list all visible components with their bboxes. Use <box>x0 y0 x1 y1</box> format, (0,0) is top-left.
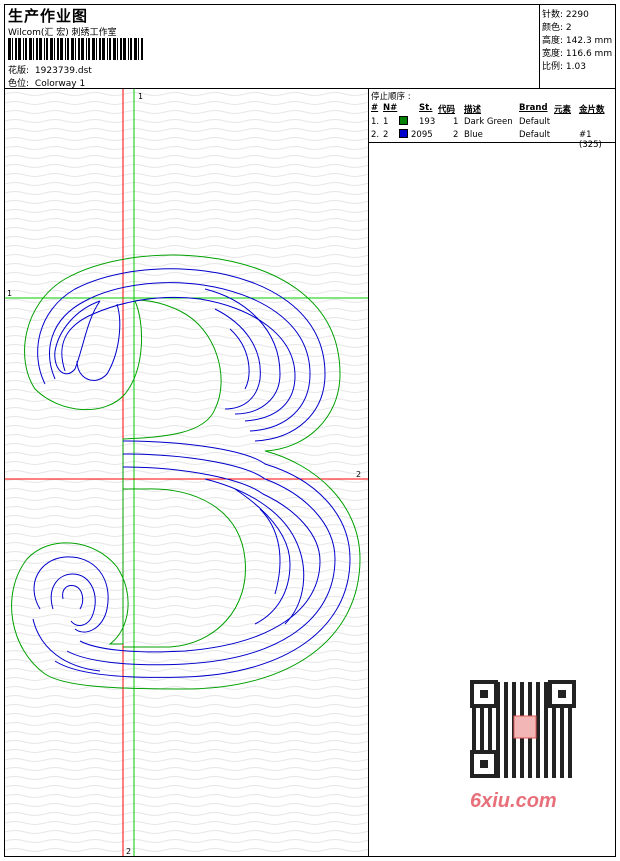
stop-sequence-label: 停止顺序 : <box>371 92 411 102</box>
design-value: 1923739.dst <box>34 66 92 76</box>
company-name: Wilcom(汇 宏) 刺绣工作室 <box>8 28 117 38</box>
design-label: 花版: <box>8 66 30 76</box>
design-stats-panel: 针数: 2290 颜色: 2 高度: 142.3 mm 宽度: 116.6 mm… <box>540 5 615 89</box>
table-divider <box>369 142 615 143</box>
col-header-brand: Brand <box>519 103 548 113</box>
col-header-sequins: 金片数 <box>579 105 605 115</box>
design-canvas: 1 2 1 2 <box>5 89 368 856</box>
guide-label-v2: 2 <box>126 847 131 856</box>
guide-label-h2: 2 <box>356 470 361 479</box>
col-header-stitches: St. <box>419 103 433 113</box>
header-panel: 生产作业图 Wilcom(汇 宏) 刺绣工作室 花版: 1923739.dst … <box>5 5 540 89</box>
design-row: 花版: 1923739.dst <box>8 63 92 76</box>
height-stat: 高度: 142.3 mm <box>542 36 613 46</box>
col-header-description: 描述 <box>464 105 482 115</box>
col-header-code: 代码 <box>438 105 456 115</box>
guide-label-v1: 1 <box>138 92 143 101</box>
barcode-image <box>8 38 143 60</box>
fabric-background <box>5 89 368 856</box>
colorway-label: 色位: <box>8 79 30 89</box>
colorway-value: Colorway 1 <box>34 79 86 89</box>
watermark-logo: 6xiu.com <box>470 790 557 812</box>
embroidery-preview: 1 2 1 2 <box>5 89 369 856</box>
col-header-needle: N# <box>383 103 398 113</box>
color-swatch <box>399 116 408 125</box>
scale-stat: 比例: 1.03 <box>542 62 586 72</box>
page-title: 生产作业图 <box>8 7 89 25</box>
guide-label-h1: 1 <box>7 289 12 298</box>
col-header-index: # <box>371 103 379 113</box>
col-header-element: 元素 <box>554 105 572 115</box>
stitches-stat: 针数: 2290 <box>542 10 589 20</box>
colorway-row: 色位: Colorway 1 <box>8 76 85 89</box>
colors-stat: 颜色: 2 <box>542 23 572 33</box>
width-stat: 宽度: 116.6 mm <box>542 49 613 59</box>
qr-code-image <box>468 680 580 780</box>
color-swatch <box>399 129 408 138</box>
